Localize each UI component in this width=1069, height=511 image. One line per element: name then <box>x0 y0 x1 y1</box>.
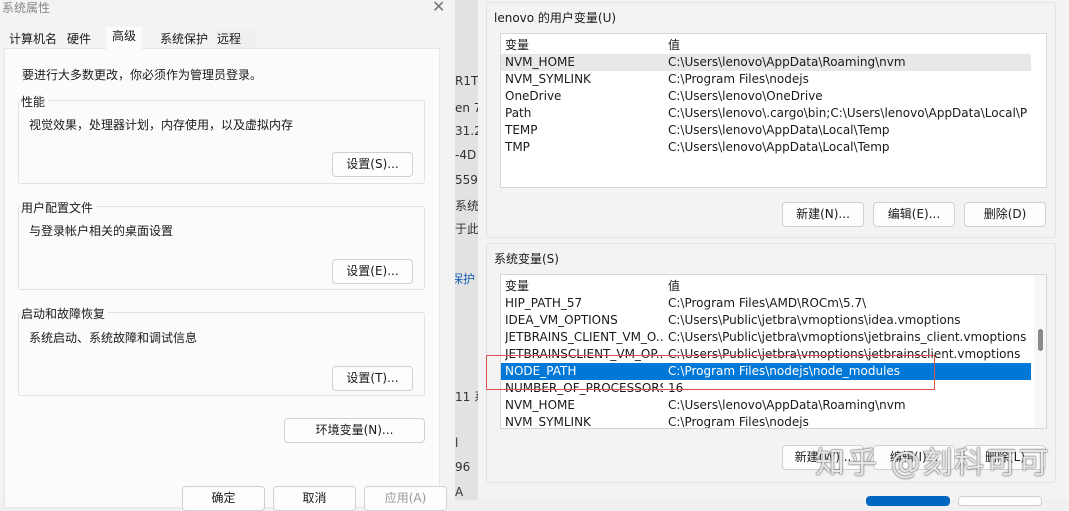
var-name: NVM_HOME <box>505 398 575 412</box>
var-value: C:\Users\lenovo\.cargo\bin;C:\Users\leno… <box>668 106 1028 120</box>
header-name[interactable]: 变量 <box>505 37 663 54</box>
var-name: NVM_HOME <box>505 55 575 69</box>
list-item[interactable]: NVM_SYMLINK C:\Program Files\nodejs <box>501 71 1031 88</box>
performance-settings-button[interactable]: 设置(S)... <box>332 152 413 177</box>
var-name: TEMP <box>505 123 538 137</box>
user-vars-title: lenovo 的用户变量(U) <box>494 11 617 25</box>
var-name: JETBRAINS_CLIENT_VM_O... <box>505 330 663 344</box>
var-name: HIP_PATH_57 <box>505 296 583 310</box>
tab-remote[interactable]: 远程 <box>215 30 257 48</box>
cancel-button[interactable]: 取消 <box>273 486 356 511</box>
list-item[interactable]: TMP C:\Users\lenovo\AppData\Local\Temp <box>501 139 1031 156</box>
bg-text: A <box>455 485 464 499</box>
bg-text: en 7 <box>455 101 478 115</box>
list-item[interactable]: TEMP C:\Users\lenovo\AppData\Local\Temp <box>501 122 1031 139</box>
tab-computer-name[interactable]: 计算机名 <box>7 30 59 48</box>
var-name: IDEA_VM_OPTIONS <box>505 313 618 327</box>
watermark: 知乎 @刻科可可 <box>815 446 1051 481</box>
bg-text: R1T3 <box>455 74 478 88</box>
var-value: C:\Users\lenovo\AppData\Local\Temp <box>668 140 890 154</box>
list-item[interactable]: JETBRAINS_CLIENT_VM_O... C:\Users\Public\… <box>501 329 1031 346</box>
startup-recovery-settings-button[interactable]: 设置(T)... <box>332 366 413 391</box>
list-item[interactable]: NVM_HOME C:\Users\lenovo\AppData\Roaming\… <box>501 397 1031 414</box>
bg-text: 于此 <box>455 222 478 236</box>
user-vars-list[interactable]: 变量 值 NVM_HOME C:\Users\lenovo\AppData\Roa… <box>500 33 1047 188</box>
list-item[interactable]: NVM_HOME C:\Users\lenovo\AppData\Roaming\… <box>501 54 1031 71</box>
list-item[interactable]: Path C:\Users\lenovo\.cargo\bin;C:\Users\… <box>501 105 1031 122</box>
bg-text: 559- <box>455 173 478 187</box>
ok-button[interactable]: 确定 <box>182 486 265 511</box>
bg-text: 11 系 <box>455 390 478 404</box>
var-name: Path <box>505 106 532 120</box>
dialog-title: 系统属性 <box>2 1 51 15</box>
admin-notice: 要进行大多数更改，你必须作为管理员登录。 <box>22 68 263 82</box>
bg-text: -4D <box>455 148 477 162</box>
var-value: C:\Users\Public\jetbra\vmoptions\jetbrai… <box>668 330 1027 344</box>
user-delete-button[interactable]: 删除(D) <box>964 202 1046 227</box>
close-icon[interactable]: ✕ <box>432 0 445 16</box>
var-value: C:\Program Files\AMD\ROCm\5.7\ <box>668 296 867 310</box>
scrollbar-thumb[interactable] <box>1038 329 1043 351</box>
user-edit-button[interactable]: 编辑(E)... <box>873 202 955 227</box>
bg-text: 系统 <box>455 199 478 213</box>
var-value: C:\Users\lenovo\AppData\Local\Temp <box>668 123 890 137</box>
var-name: TMP <box>505 140 530 154</box>
list-item[interactable]: HIP_PATH_57 C:\Program Files\AMD\ROCm\5.7… <box>501 295 1031 312</box>
header-value[interactable]: 值 <box>668 37 1028 54</box>
scrollbar[interactable] <box>1034 275 1046 428</box>
list-header: 变量 值 <box>501 37 1031 54</box>
group-desc: 视觉效果，处理器计划，内存使用，以及虚拟内存 <box>29 118 294 132</box>
sys-vars-title: 系统变量(S) <box>494 252 559 266</box>
tab-advanced[interactable]: 高级 <box>106 27 143 49</box>
var-value: C:\Users\lenovo\AppData\Roaming\nvm <box>668 398 906 412</box>
list-item[interactable]: OneDrive C:\Users\lenovo\OneDrive <box>501 88 1031 105</box>
bg-text: 96 <box>455 460 471 474</box>
var-name: OneDrive <box>505 89 562 103</box>
var-name: NVM_SYMLINK <box>505 415 591 429</box>
background-window-strip: R1T3 en 7 31.2 -4D 559- 系统 于此 保护 11 系 l … <box>455 0 478 500</box>
bg-text: l <box>455 436 459 450</box>
environment-variables-dialog: lenovo 的用户变量(U) 变量 值 NVM_HOME C:\Users\le… <box>478 0 1069 506</box>
environment-variables-button[interactable]: 环境变量(N)... <box>284 418 425 443</box>
tab-system-protection[interactable]: 系统保护 <box>158 30 210 48</box>
header-name[interactable]: 变量 <box>505 278 663 295</box>
list-header: 变量 值 <box>501 278 1031 295</box>
bg-text: 31.2 <box>455 124 478 138</box>
var-value: C:\Users\lenovo\OneDrive <box>668 89 823 103</box>
bg-link: 保护 <box>455 272 476 286</box>
user-new-button[interactable]: 新建(N)... <box>782 202 864 227</box>
group-title: 性能 <box>21 93 49 110</box>
highlight-annotation <box>486 355 935 390</box>
user-profiles-settings-button[interactable]: 设置(E)... <box>332 259 413 284</box>
group-desc: 系统启动、系统故障和调试信息 <box>29 331 198 345</box>
group-desc: 与登录帐户相关的桌面设置 <box>29 224 174 238</box>
var-value: C:\Program Files\nodejs <box>668 72 809 86</box>
group-title: 启动和故障恢复 <box>21 305 109 322</box>
var-name: NVM_SYMLINK <box>505 72 591 86</box>
ok-button-partial[interactable] <box>866 496 950 506</box>
cancel-button-partial[interactable] <box>958 496 1042 506</box>
var-value: C:\Users\Public\jetbra\vmoptions\idea.vm… <box>668 313 961 327</box>
var-value: C:\Users\lenovo\AppData\Roaming\nvm <box>668 55 906 69</box>
var-value: C:\Program Files\nodejs <box>668 415 809 429</box>
system-properties-dialog: 系统属性 ✕ 计算机名 硬件 系统保护 远程 高级 要进行大多数更改，你必须作为… <box>0 0 455 511</box>
sys-vars-list[interactable]: 变量 值 HIP_PATH_57 C:\Program Files\AMD\ROC… <box>500 274 1047 429</box>
apply-button[interactable]: 应用(A) <box>364 486 447 511</box>
list-item[interactable]: NVM_SYMLINK C:\Program Files\nodejs <box>501 414 1031 429</box>
group-title: 用户配置文件 <box>21 199 97 216</box>
list-item[interactable]: IDEA_VM_OPTIONS C:\Users\Public\jetbra\vm… <box>501 312 1031 329</box>
header-value[interactable]: 值 <box>668 278 1028 295</box>
tab-hardware[interactable]: 硬件 <box>65 30 93 48</box>
